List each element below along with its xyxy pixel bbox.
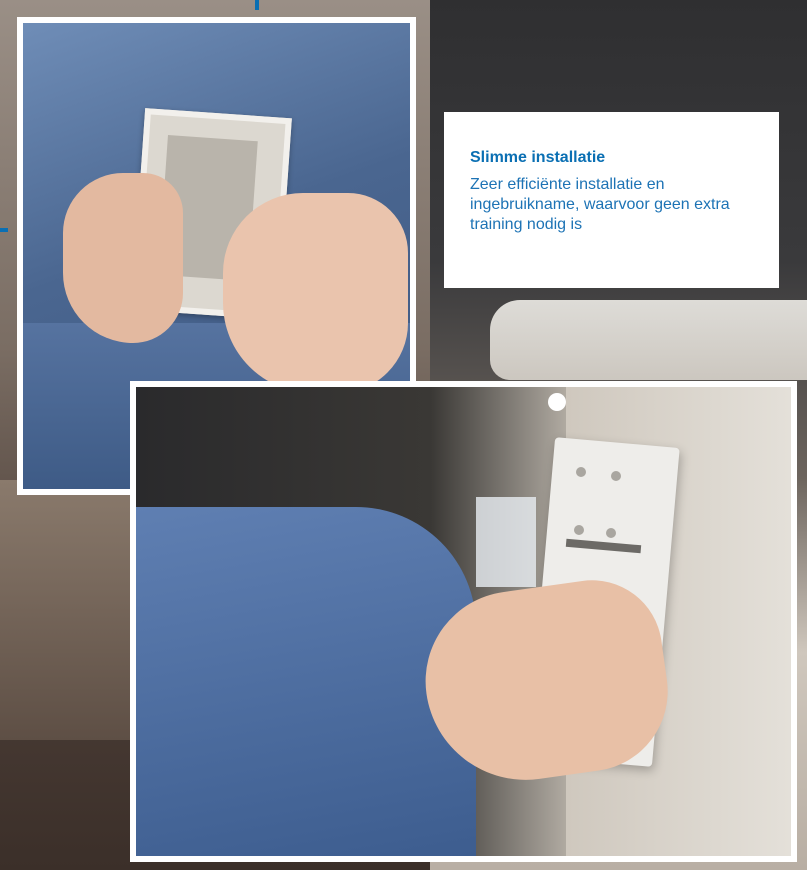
- window: [476, 497, 536, 587]
- panel-button: [606, 528, 616, 538]
- card-body: Zeer efficiënte installatie en ingebruik…: [470, 176, 730, 233]
- left-hand: [63, 173, 183, 343]
- ceiling-lamp: [548, 393, 566, 411]
- panel-button: [611, 471, 621, 481]
- card-title: Slimme installatie: [470, 149, 606, 166]
- background-couch: [0, 480, 130, 740]
- background-printer: [490, 300, 807, 380]
- accent-bar-top: [255, 0, 259, 10]
- right-hand: [223, 193, 408, 393]
- panel-button: [576, 467, 586, 477]
- info-card: Slimme installatie Zeer efficiënte insta…: [444, 112, 779, 288]
- photo-hand-mounting-panel: [130, 381, 797, 862]
- panel-button: [574, 525, 584, 535]
- accent-bar-left: [0, 228, 8, 232]
